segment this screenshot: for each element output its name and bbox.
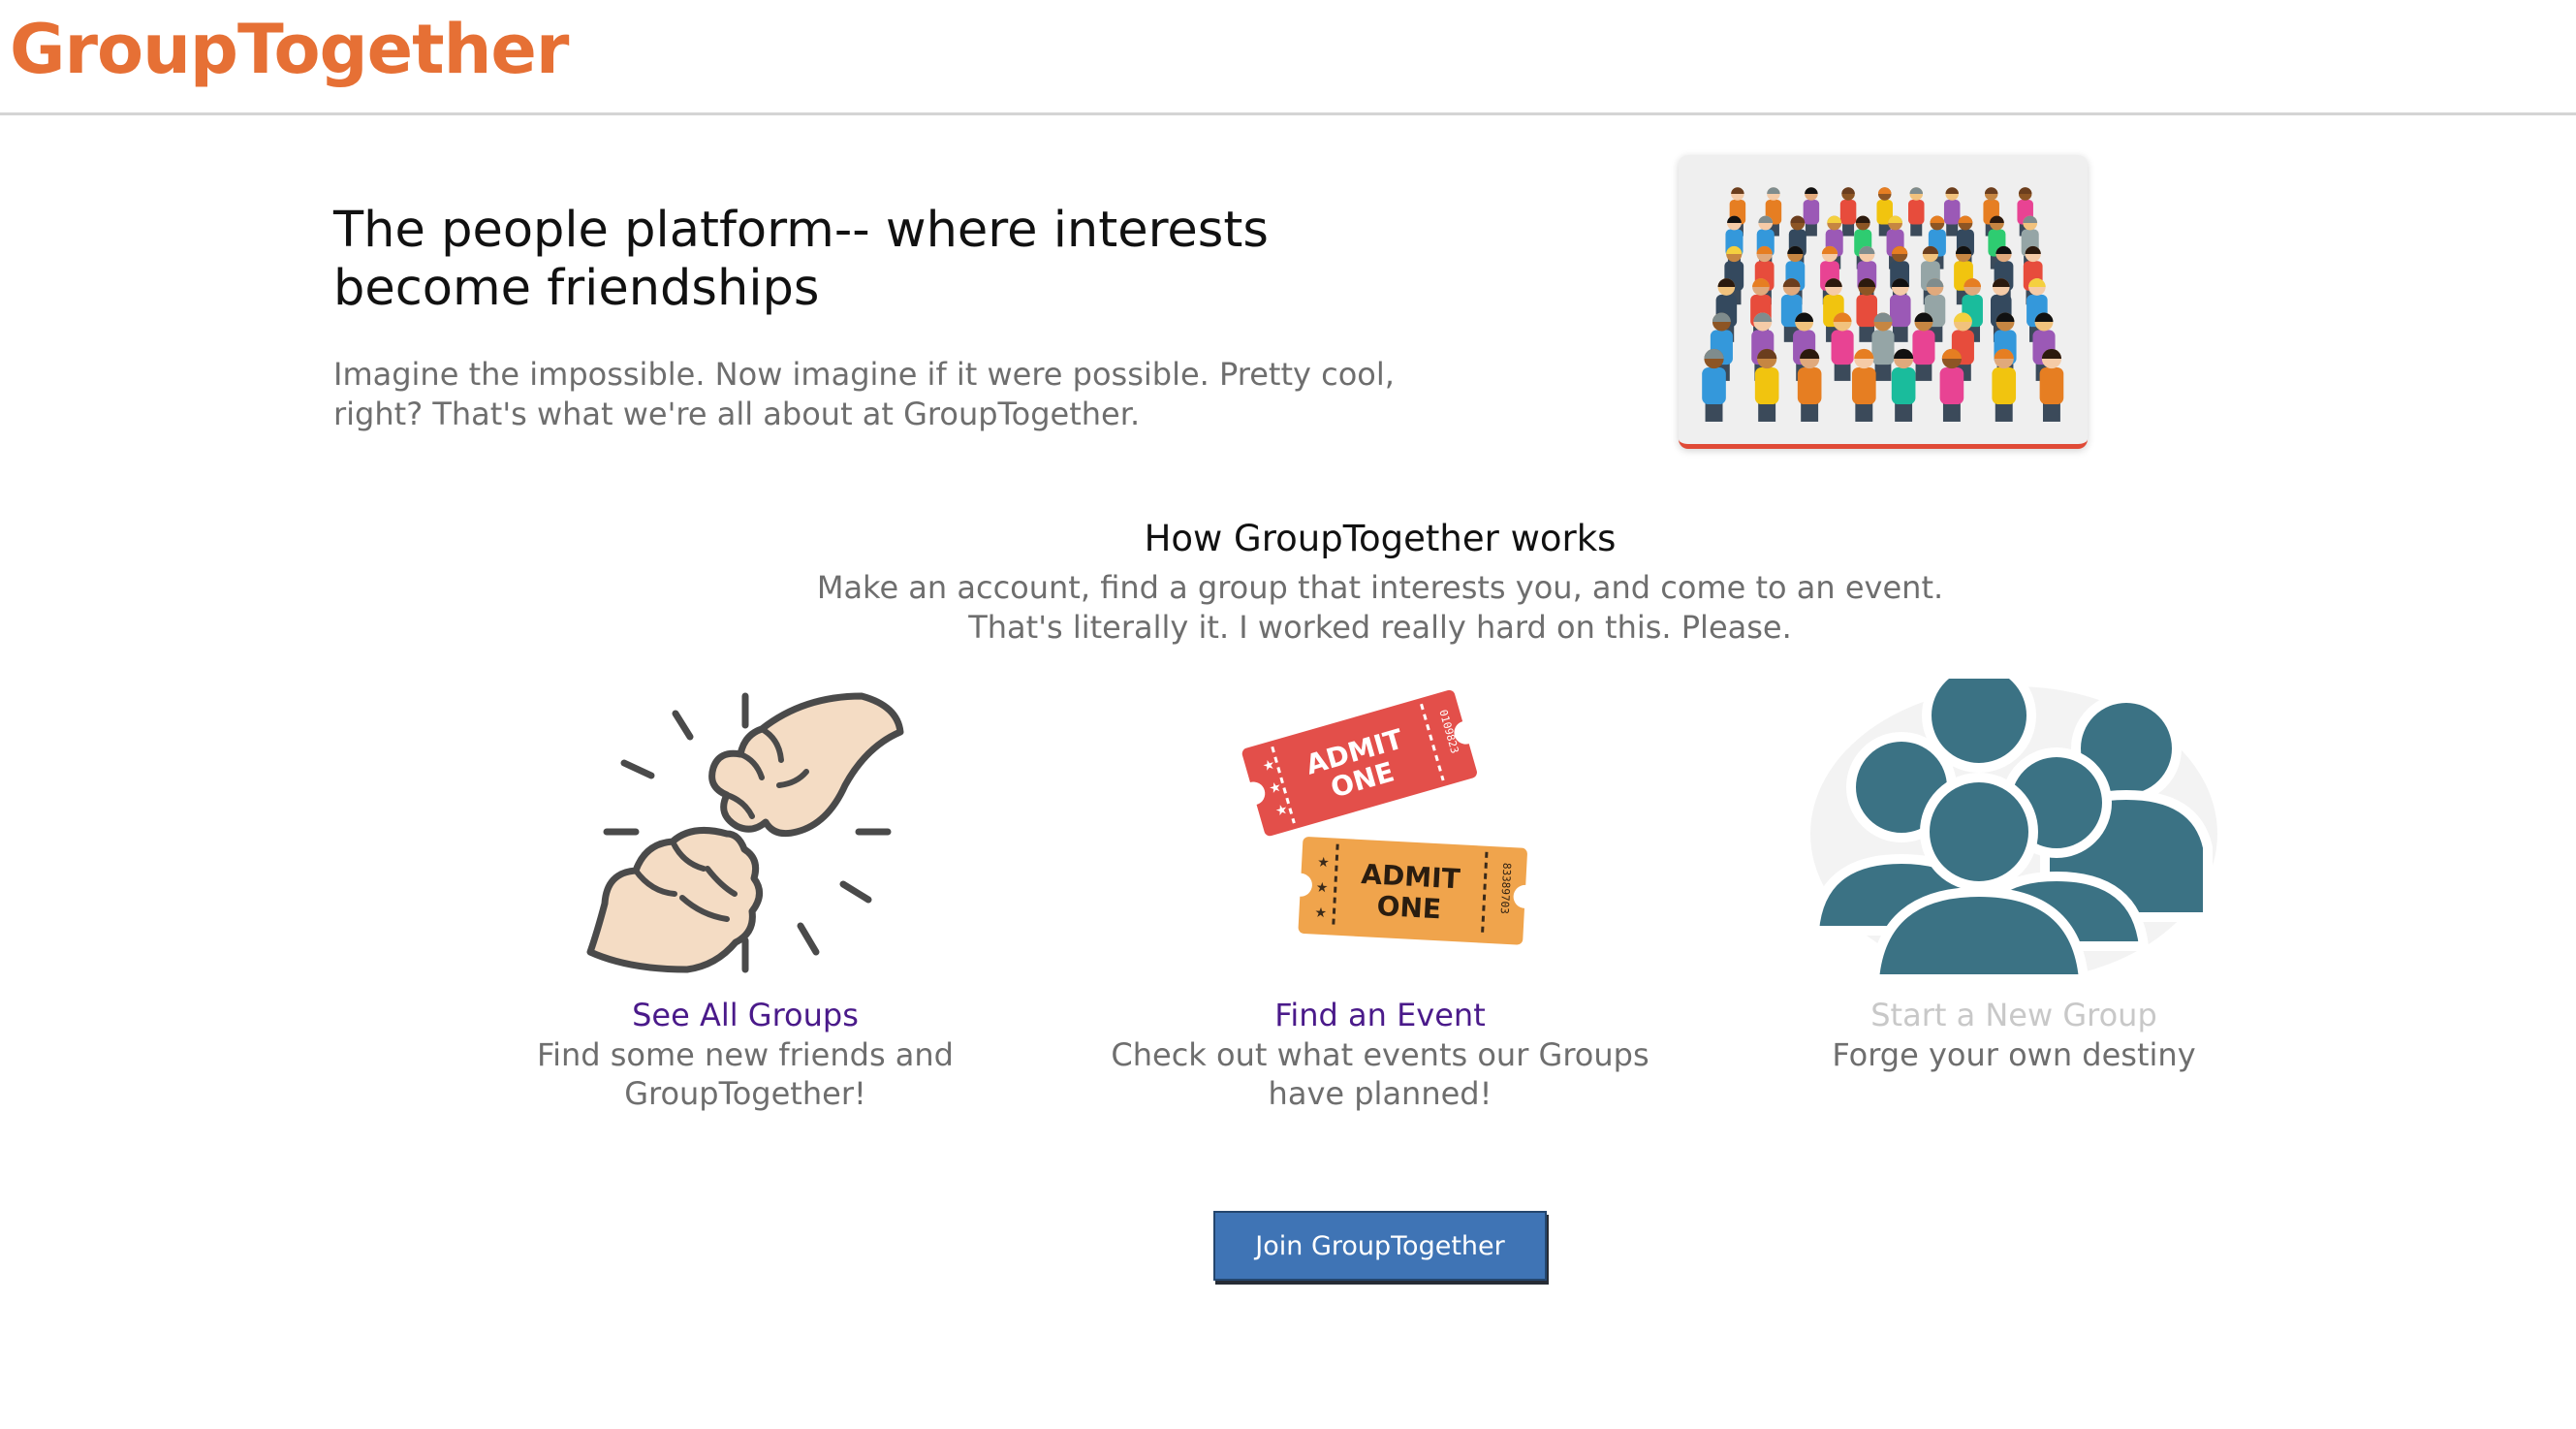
header-divider (0, 112, 2576, 115)
see-all-groups-description: Find some new friends and GroupTogether! (537, 1036, 954, 1112)
svg-text:★: ★ (1314, 905, 1327, 922)
crowd-person (1754, 348, 1779, 422)
svg-text:★: ★ (1315, 880, 1328, 897)
logo-link[interactable]: GroupTogether (10, 10, 569, 89)
crowd-person (1871, 312, 1895, 381)
fist-bump-icon (537, 679, 954, 979)
how-it-works-line-1: Make an account, find a group that inter… (816, 569, 1944, 606)
crowd-person (1831, 312, 1854, 381)
join-grouptogether-button[interactable]: Join GroupTogether (1213, 1211, 1547, 1281)
crowd-person (1891, 348, 1916, 422)
people-group-icon (1806, 658, 2223, 984)
svg-text:★: ★ (1317, 855, 1330, 872)
how-it-works-title: How GroupTogether works (1144, 518, 1617, 559)
page: GroupTogether The people platform-- wher… (0, 0, 2576, 1429)
hero-description: Imagine the impossible. Now imagine if i… (333, 356, 1395, 432)
crowd-person (1851, 348, 1876, 422)
start-new-group-description: Forge your own destiny (1832, 1036, 2196, 1073)
see-all-groups-link[interactable]: See All Groups (455, 997, 1036, 1033)
crowd-person (1797, 348, 1822, 422)
crowd-person (1876, 187, 1893, 237)
how-it-works-description: Make an account, find a group that inter… (678, 568, 2082, 648)
tickets-icon: ★ ★ ★ ADMIT ONE 0109823 ★ ★ ★ ADMIT ONE … (1173, 679, 1589, 979)
crowd-illustration (1702, 187, 2064, 422)
crowd-person (1939, 348, 1964, 422)
hero-image-card (1679, 155, 2088, 449)
crowd-person (1908, 187, 1925, 237)
crowd-person (1943, 187, 1961, 237)
crowd-person (2039, 348, 2064, 422)
find-an-event-description: Check out what events our Groups have pl… (1111, 1036, 1649, 1112)
crowd-person (1803, 187, 1820, 237)
how-it-works-line-2: That's literally it. I worked really har… (968, 609, 1792, 646)
crowd-person (1992, 348, 2017, 422)
ticket-2-admit-line-1: ADMIT (1361, 858, 1461, 895)
hero-title: The people platform-- where interests be… (333, 202, 1269, 317)
start-new-group-link[interactable]: Start a New Group (1723, 997, 2305, 1033)
crowd-person (1839, 187, 1857, 237)
crowd-person (1702, 348, 1726, 422)
find-an-event-link[interactable]: Find an Event (1089, 997, 1671, 1033)
ticket-2-serial: 83389703 (1498, 863, 1514, 915)
ticket-2-admit-line-2: ONE (1376, 890, 1442, 925)
crowd-person (1912, 312, 1935, 381)
